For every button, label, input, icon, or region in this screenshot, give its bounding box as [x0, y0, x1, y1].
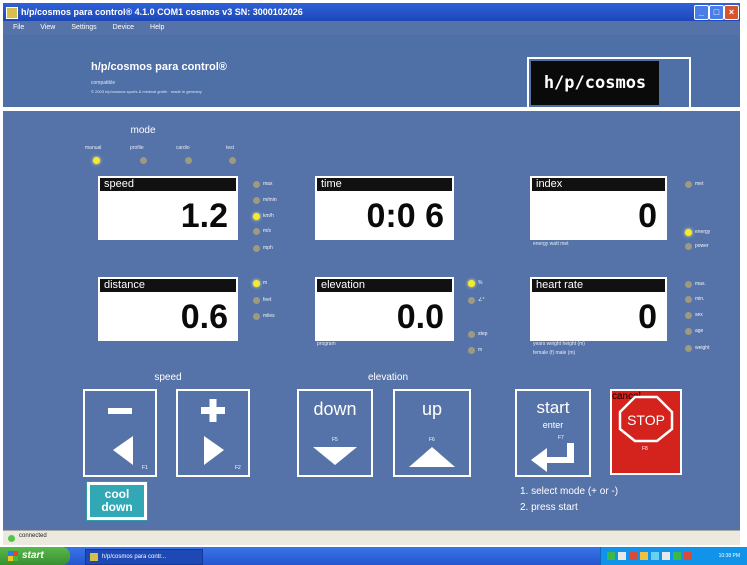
mode-option-label: manual: [85, 145, 102, 151]
index-footer: energy watt met: [533, 241, 569, 247]
hp-cosmos-logo: h/p/cosmos: [531, 61, 659, 105]
tray-icon[interactable]: [673, 552, 681, 560]
menu-device[interactable]: Device: [113, 24, 134, 31]
elevation-up-button[interactable]: up F6: [393, 389, 471, 477]
key-hint: F1: [142, 465, 148, 471]
speed-label: speed: [100, 178, 236, 191]
speed-value: 1.2: [180, 197, 228, 235]
tray-icon[interactable]: [640, 552, 648, 560]
enter-arrow-icon: [531, 443, 574, 472]
mode-option-label: test: [226, 145, 235, 151]
minus-left-icon: [108, 408, 133, 465]
heart-rate-footer: years weight height (m): [533, 341, 585, 347]
arrow-up-icon: [409, 447, 455, 467]
tray-icon[interactable]: [684, 552, 692, 560]
brand-title: h/p/cosmos para control®: [91, 61, 227, 73]
speed-increase-button[interactable]: F2: [176, 389, 250, 477]
tray-icon[interactable]: [629, 552, 637, 560]
cool-down-button[interactable]: cool down: [86, 481, 148, 521]
index-value: 0: [638, 197, 657, 235]
close-button[interactable]: ×: [724, 5, 739, 20]
distance-label: distance: [100, 279, 236, 292]
time-value: 0:0 6: [366, 197, 445, 235]
tray-icon[interactable]: [607, 552, 615, 560]
app-window: h/p/cosmos para control® 4.1.0 COM1 cosm…: [3, 3, 740, 545]
elevation-down-button[interactable]: down F5: [297, 389, 373, 477]
brand-copyright: © 2003 h/p/cosmos sports & medical gmbh …: [91, 89, 202, 94]
mode-option-label: cardio: [176, 145, 190, 151]
elevation-footer: program: [317, 341, 336, 347]
menu-settings[interactable]: Settings: [71, 24, 96, 31]
speed-decrease-button[interactable]: F1: [83, 389, 157, 477]
heart-rate-value: 0: [638, 298, 657, 336]
clock: 10:38 PM: [718, 553, 740, 559]
distance-value: 0.6: [180, 298, 228, 336]
heart-rate-label: heart rate: [532, 279, 665, 292]
connected-icon: [8, 535, 15, 542]
elevation-value: 0.0: [396, 298, 444, 336]
menu-help[interactable]: Help: [150, 24, 164, 31]
title-bar: h/p/cosmos para control® 4.1.0 COM1 cosm…: [3, 3, 740, 21]
taskbar-app-item[interactable]: h/p/cosmos para contr...: [85, 549, 203, 565]
elevation-controls-title: elevation: [367, 372, 409, 383]
mode-manual-led[interactable]: [93, 157, 100, 164]
distance-display: distance 0.6: [98, 277, 238, 341]
elevation-display: elevation 0.0: [315, 277, 454, 341]
tray-icon[interactable]: [651, 552, 659, 560]
header-divider: [3, 107, 740, 111]
index-display: index 0: [530, 176, 667, 240]
app-icon: [6, 7, 18, 19]
menu-view[interactable]: View: [40, 24, 55, 31]
mode-cardio-led[interactable]: [185, 157, 192, 164]
instruction-2: 2. press start: [520, 502, 578, 513]
mode-test-led[interactable]: [229, 157, 236, 164]
app-icon: [90, 553, 98, 561]
status-text: connected: [19, 533, 47, 539]
tray-icon[interactable]: [662, 552, 670, 560]
stop-button[interactable]: STOP F8 cancel: [610, 389, 682, 475]
time-label: time: [317, 178, 452, 191]
speed-display: speed 1.2: [98, 176, 238, 240]
heart-rate-footer-2: female (f) male (m): [533, 350, 576, 356]
key-hint: F8: [642, 446, 648, 452]
minimize-button[interactable]: _: [694, 5, 709, 20]
cool-down-label: cool down: [90, 485, 144, 517]
status-bar: connected: [3, 530, 740, 545]
menu-bar: File View Settings Device Help: [3, 21, 740, 35]
heart-rate-display: heart rate 0: [530, 277, 667, 341]
logo-frame: h/p/cosmos: [527, 57, 691, 109]
elevation-label: elevation: [317, 279, 452, 292]
speed-controls-title: speed: [154, 372, 182, 383]
instruction-1: 1. select mode (+ or -): [520, 486, 619, 497]
stop-sign-icon: STOP: [618, 395, 674, 443]
tray-icon[interactable]: [618, 552, 626, 560]
menu-file[interactable]: File: [13, 24, 24, 31]
taskbar: start h/p/cosmos para contr... 10:38 PM: [0, 547, 747, 565]
window-title: h/p/cosmos para control® 4.1.0 COM1 cosm…: [21, 7, 303, 17]
mode-title: mode: [130, 125, 156, 136]
plus-right-icon: [201, 399, 225, 465]
index-label: index: [532, 178, 665, 191]
stop-text: STOP: [627, 412, 665, 428]
maximize-button[interactable]: □: [709, 5, 724, 20]
mode-option-label: profile: [130, 145, 144, 151]
system-tray: 10:38 PM: [600, 547, 747, 565]
key-hint: F2: [235, 465, 241, 471]
brand-subtitle: compatible: [91, 80, 116, 86]
start-button[interactable]: start enter F7: [515, 389, 591, 477]
time-display: time 0:0 6: [315, 176, 454, 240]
start-menu-button[interactable]: start: [0, 547, 70, 565]
mode-profile-led[interactable]: [140, 157, 147, 164]
arrow-down-icon: [313, 447, 357, 465]
brand-header: h/p/cosmos para control® compatible © 20…: [3, 35, 740, 109]
windows-flag-icon: [8, 551, 18, 561]
